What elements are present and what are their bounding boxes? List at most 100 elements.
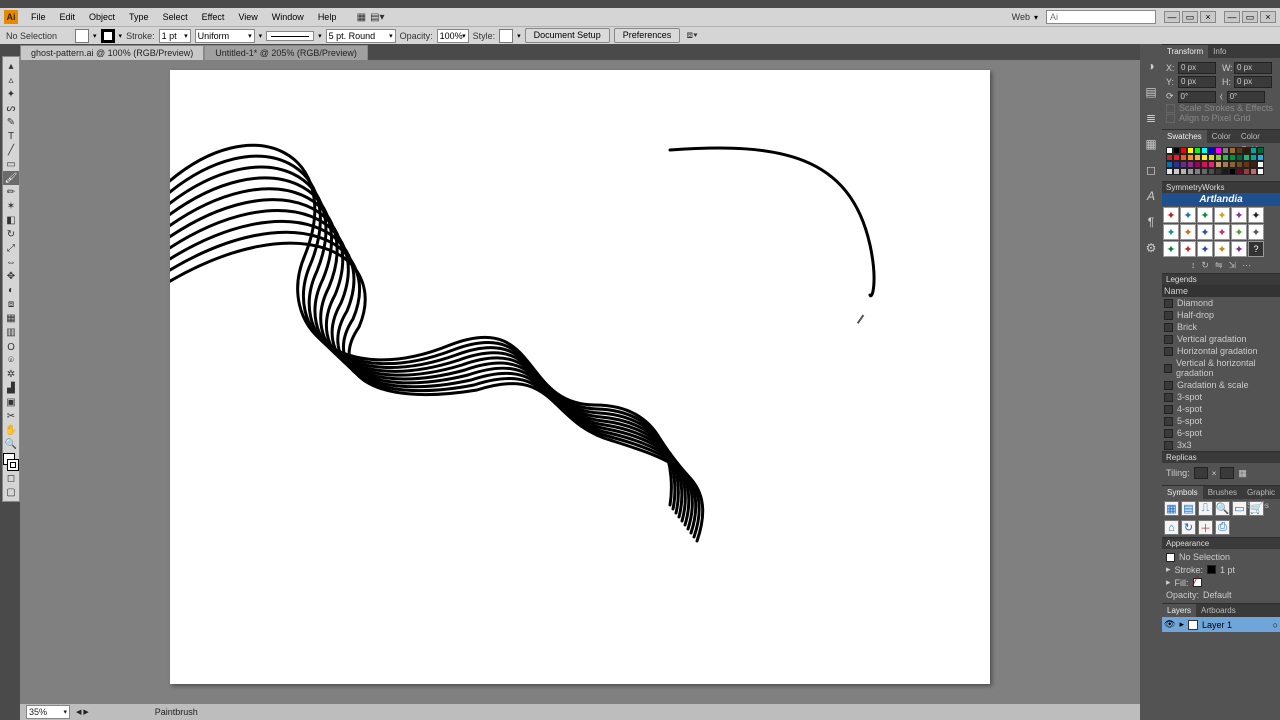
symmetry-tile[interactable]: ✦: [1180, 207, 1196, 223]
legend-item[interactable]: 6-spot: [1162, 427, 1280, 439]
hand-tool[interactable]: ✋: [3, 423, 19, 437]
swatch-cell[interactable]: [1180, 168, 1187, 175]
direct-selection-tool[interactable]: ▵: [3, 73, 19, 87]
menu-type[interactable]: Type: [122, 10, 156, 24]
swatch-cell[interactable]: [1243, 147, 1250, 154]
eraser-tool[interactable]: ◧: [3, 213, 19, 227]
swatch-cell[interactable]: [1243, 154, 1250, 161]
layer-row-1[interactable]: 👁 ▸ Layer 1 ○: [1162, 617, 1280, 632]
symbol-sprayer-tool[interactable]: ✲: [3, 367, 19, 381]
symmetry-tile[interactable]: ✦: [1197, 224, 1213, 240]
symbol-calendar-icon[interactable]: ▤: [1181, 501, 1196, 516]
sym-mirror-icon[interactable]: ⇋: [1215, 260, 1223, 271]
swatch-cell[interactable]: [1236, 168, 1243, 175]
tab-swatches[interactable]: Swatches: [1162, 130, 1207, 143]
swatch-cell[interactable]: [1194, 161, 1201, 168]
swatch-cell[interactable]: [1201, 154, 1208, 161]
legend-item[interactable]: 3-spot: [1162, 391, 1280, 403]
transform-h[interactable]: 0 px: [1234, 76, 1272, 88]
type-panel-icon[interactable]: A: [1143, 188, 1159, 204]
symbol-refresh-icon[interactable]: ↻: [1181, 520, 1196, 535]
symmetry-tile[interactable]: ✦: [1180, 241, 1196, 257]
menu-select[interactable]: Select: [156, 10, 195, 24]
stroke-preview[interactable]: [266, 31, 314, 41]
replicas-grid-icon[interactable]: ▦: [1238, 468, 1247, 479]
swatch-cell[interactable]: [1250, 147, 1257, 154]
eyedropper-tool[interactable]: 𐊫: [3, 339, 19, 353]
scale-strokes-checkbox[interactable]: Scale Strokes & Effects: [1166, 103, 1276, 113]
swatch-cell[interactable]: [1236, 147, 1243, 154]
symmetry-tile[interactable]: ✦: [1214, 207, 1230, 223]
document-setup-button[interactable]: Document Setup: [525, 28, 610, 43]
bridge-icon[interactable]: ▦: [353, 10, 369, 24]
app-minimize-button[interactable]: —: [1224, 11, 1240, 23]
symmetry-tile[interactable]: ✦: [1231, 241, 1247, 257]
swatch-cell[interactable]: [1215, 147, 1222, 154]
menu-view[interactable]: View: [231, 10, 264, 24]
preferences-button[interactable]: Preferences: [614, 28, 681, 43]
help-search-input[interactable]: [1046, 10, 1156, 24]
swatch-cell[interactable]: [1222, 161, 1229, 168]
swatch-cell[interactable]: [1250, 168, 1257, 175]
swatch-cell[interactable]: [1194, 168, 1201, 175]
app-maximize-button[interactable]: ▭: [1242, 11, 1258, 23]
tiling-y[interactable]: [1220, 467, 1234, 479]
transform-angle[interactable]: 0°: [1178, 91, 1216, 103]
swatch-cell[interactable]: [1187, 168, 1194, 175]
tiling-x[interactable]: [1194, 467, 1208, 479]
style-swatch[interactable]: [499, 29, 513, 43]
mesh-tool[interactable]: ▦: [3, 311, 19, 325]
gradient-tool[interactable]: ▥: [3, 325, 19, 339]
transform-y[interactable]: 0 px: [1178, 76, 1216, 88]
legend-item[interactable]: Gradation & scale: [1162, 379, 1280, 391]
pencil-tool[interactable]: ✏: [3, 185, 19, 199]
legend-item[interactable]: 3x3: [1162, 439, 1280, 451]
swatch-cell[interactable]: [1243, 161, 1250, 168]
swatch-cell[interactable]: [1194, 147, 1201, 154]
swatch-cell[interactable]: [1187, 161, 1194, 168]
swatch-cell[interactable]: [1173, 161, 1180, 168]
swatch-cell[interactable]: [1222, 168, 1229, 175]
swatch-cell[interactable]: [1222, 154, 1229, 161]
perspective-tool[interactable]: ⧈: [3, 297, 19, 311]
transform-shear[interactable]: 0°: [1227, 91, 1265, 103]
symbol-rss-icon[interactable]: ⎍: [1198, 501, 1213, 516]
symmetry-tile[interactable]: ✦: [1163, 224, 1179, 240]
menu-file[interactable]: File: [24, 10, 53, 24]
magic-wand-tool[interactable]: ✦: [3, 87, 19, 101]
doc-minimize-button[interactable]: —: [1164, 11, 1180, 23]
legend-item[interactable]: Vertical gradation: [1162, 333, 1280, 345]
legend-item[interactable]: Diamond: [1162, 297, 1280, 309]
scale-tool[interactable]: ⤢: [3, 241, 19, 255]
zoom-tool[interactable]: 🔍: [3, 437, 19, 451]
tab-layers[interactable]: Layers: [1162, 604, 1196, 617]
swatch-cell[interactable]: [1166, 147, 1173, 154]
stroke-profile-dropdown[interactable]: Uniform: [195, 29, 255, 43]
menu-object[interactable]: Object: [82, 10, 122, 24]
legend-item[interactable]: 5-spot: [1162, 415, 1280, 427]
paragraph-panel-icon[interactable]: ¶: [1143, 214, 1159, 230]
artboard-tool[interactable]: ▣: [3, 395, 19, 409]
appearance-stroke-row[interactable]: ▸ Stroke:1 pt: [1164, 563, 1278, 576]
symbol-search-icon[interactable]: 🔍: [1215, 501, 1230, 516]
legend-item[interactable]: Vertical & horizontal gradation: [1162, 357, 1280, 379]
fill-stroke-indicator[interactable]: [3, 453, 19, 471]
gear-panel-icon[interactable]: ⚙: [1143, 240, 1159, 256]
tab-transform[interactable]: Transform: [1162, 45, 1208, 58]
swatch-cell[interactable]: [1215, 154, 1222, 161]
swatch-cell[interactable]: [1257, 161, 1264, 168]
color-guide-panel-icon[interactable]: ▤: [1143, 84, 1159, 100]
swatch-cell[interactable]: [1208, 154, 1215, 161]
swatch-cell[interactable]: [1180, 154, 1187, 161]
tab-brushes[interactable]: Brushes: [1203, 486, 1242, 499]
swatch-cell[interactable]: [1250, 161, 1257, 168]
tab-artboards[interactable]: Artboards: [1196, 604, 1241, 617]
stroke-panel-icon[interactable]: ≣: [1143, 110, 1159, 126]
swatch-cell[interactable]: [1257, 147, 1264, 154]
swatch-cell[interactable]: [1201, 147, 1208, 154]
swatch-cell[interactable]: [1166, 161, 1173, 168]
brush-dropdown[interactable]: 5 pt. Round: [326, 29, 396, 43]
swatch-cell[interactable]: [1166, 168, 1173, 175]
symmetry-tile[interactable]: ✦: [1248, 224, 1264, 240]
align-pixel-checkbox[interactable]: Align to Pixel Grid: [1166, 113, 1276, 123]
